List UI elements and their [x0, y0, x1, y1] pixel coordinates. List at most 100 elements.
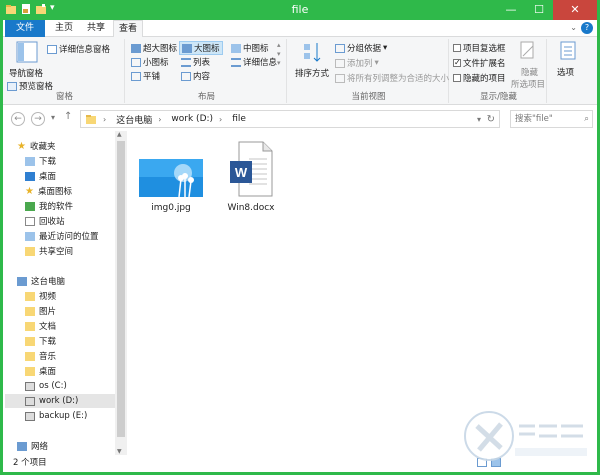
nav-this-pc[interactable]: 这台电脑 [17, 274, 65, 288]
tiles-icon [131, 71, 141, 81]
file-ext-toggle[interactable]: ✓ 文件扩展名 [453, 57, 506, 69]
search-icon[interactable]: ⌕ [584, 111, 589, 127]
ribbon-tabs: 文件 主页 共享 查看 ⌄ ? [3, 20, 597, 38]
nav-pc-drive-e[interactable]: backup (E:) [25, 409, 87, 423]
tab-home[interactable]: 主页 [49, 20, 79, 37]
group-panes: 导航窗格 详细信息窗格 预览窗格 窗格 [5, 39, 125, 103]
large-icons-button[interactable]: 大图标 [179, 41, 223, 55]
item-checkboxes-checkbox[interactable] [453, 44, 461, 52]
details-pane-label: 详细信息窗格 [59, 45, 111, 55]
add-column-label: 添加列 [347, 59, 373, 69]
documents-icon [25, 321, 35, 331]
group-by-button[interactable]: 分组依据 ▾ [335, 42, 387, 54]
nav-pc-videos[interactable]: 视频 [25, 289, 56, 303]
forward-button[interactable]: → [31, 112, 45, 126]
expand-ribbon-icon[interactable]: ⌄ [570, 23, 577, 32]
breadcrumb-this-pc[interactable]: 这台电脑 [116, 113, 152, 126]
nav-scrollbar[interactable]: ▲ ▼ [115, 131, 127, 455]
hidden-items-checkbox[interactable] [453, 74, 461, 82]
music-icon [25, 351, 35, 361]
search-box[interactable]: 搜索"file" ⌕ [510, 110, 593, 128]
file-item-win8-docx[interactable]: W Win8.docx [219, 141, 283, 213]
tab-view[interactable]: 查看 [113, 20, 143, 38]
add-column-button[interactable]: 添加列 ▾ [335, 57, 379, 69]
hide-selected-label: 隐藏 [521, 68, 539, 78]
up-arrow-icon[interactable]: ↑ [64, 111, 72, 122]
nav-pc-drive-e-label: backup (E:) [39, 411, 88, 421]
title-bar: ▾ file — ☐ ✕ [3, 0, 597, 20]
details-pane-button[interactable]: 详细信息窗格 [47, 43, 110, 55]
nav-pc-pictures[interactable]: 图片 [25, 304, 56, 318]
recycle-bin-icon [25, 216, 35, 226]
layout-scroll-icon[interactable]: ▴ ▾ ▾ [277, 41, 281, 68]
address-dropdown-icon[interactable]: ▾ [477, 115, 481, 124]
nav-favorites[interactable]: ★ 收藏夹 [17, 139, 55, 153]
nav-fav-desktop-icons-label: 桌面图标 [37, 187, 72, 197]
item-checkboxes-toggle[interactable]: 项目复选框 [453, 42, 506, 54]
nav-fav-my-software[interactable]: 我的软件 [25, 199, 73, 213]
desktop-icon [25, 171, 35, 181]
nav-pc-desktop-label: 桌面 [39, 367, 57, 377]
sort-by-button[interactable]: 排序方式 [293, 41, 333, 85]
site-logo-watermark [464, 411, 587, 461]
medium-icons-icon [231, 43, 241, 53]
options-button[interactable]: 选项 [551, 41, 587, 89]
file-ext-checkbox[interactable]: ✓ [453, 59, 461, 67]
software-icon [25, 201, 35, 211]
nav-fav-recycle-bin-label: 回收站 [39, 217, 65, 227]
folder-icon [86, 115, 96, 124]
search-input[interactable]: 搜索"file" [515, 114, 553, 124]
nav-pc-music[interactable]: 音乐 [25, 349, 56, 363]
tiles-button[interactable]: 平铺 [131, 70, 160, 82]
content-view-button[interactable]: 内容 [181, 70, 210, 82]
file-item-img0[interactable]: img0.jpg [139, 159, 203, 213]
nav-pc-downloads[interactable]: 下载 [25, 334, 56, 348]
nav-scrollbar-thumb[interactable] [117, 141, 125, 437]
breadcrumb-work-drive[interactable]: work (D:) [171, 114, 213, 124]
close-button[interactable]: ✕ [553, 0, 597, 20]
breadcrumb-separator-icon: › [219, 114, 223, 124]
nav-pc-music-label: 音乐 [39, 352, 57, 362]
maximize-button[interactable]: ☐ [525, 0, 553, 20]
help-icon[interactable]: ? [581, 22, 593, 34]
tab-share[interactable]: 共享 [81, 20, 111, 37]
sort-icon [304, 43, 321, 62]
nav-fav-desktop-icons[interactable]: ★ 桌面图标 [25, 184, 72, 198]
size-all-columns-button[interactable]: 将所有列调整为合适的大小 [335, 72, 449, 84]
options-label: 选项 [557, 68, 575, 78]
minimize-button[interactable]: — [497, 0, 525, 20]
nav-pc-drive-c[interactable]: os (C:) [25, 379, 67, 393]
hidden-items-toggle[interactable]: 隐藏的项目 [453, 72, 506, 84]
nav-fav-shared-space[interactable]: 共享空间 [25, 244, 73, 258]
small-icons-label: 小图标 [143, 58, 169, 68]
breadcrumb-file[interactable]: file [232, 114, 246, 124]
nav-fav-desktop[interactable]: 桌面 [25, 169, 56, 183]
address-bar[interactable]: › 这台电脑 › work (D:) › file ▾ ↻ [80, 110, 500, 128]
nav-pc-desktop[interactable]: 桌面 [25, 364, 56, 378]
scroll-down-icon[interactable]: ▼ [117, 448, 122, 455]
scroll-up-icon[interactable]: ▲ [117, 131, 122, 138]
refresh-icon[interactable]: ↻ [487, 114, 495, 125]
details-view-button[interactable]: 详细信息 [231, 56, 277, 68]
hide-selected-button[interactable]: 隐藏 所选项目 [511, 41, 547, 90]
nav-fav-recycle-bin[interactable]: 回收站 [25, 214, 65, 228]
shared-folder-icon [25, 246, 35, 256]
nav-fav-recent-places[interactable]: 最近访问的位置 [25, 229, 99, 243]
nav-pc-pictures-label: 图片 [39, 307, 57, 317]
tab-file[interactable]: 文件 [5, 20, 45, 37]
recent-places-icon [25, 231, 35, 241]
nav-pc-documents[interactable]: 文档 [25, 319, 56, 333]
list-button[interactable]: 列表 [181, 56, 210, 68]
recent-locations-icon[interactable]: ▾ [51, 113, 55, 122]
medium-icons-button[interactable]: 中图标 [231, 42, 269, 54]
xl-icons-button[interactable]: 超大图标 [131, 42, 177, 54]
nav-favorites-label: 收藏夹 [29, 142, 56, 152]
ribbon: 导航窗格 详细信息窗格 预览窗格 窗格 超大图标 大图标 中图标 小图标 列表 … [3, 37, 597, 105]
large-icons-icon [182, 43, 192, 53]
details-pane-icon [47, 44, 57, 54]
back-button[interactable]: ← [11, 112, 25, 126]
nav-network[interactable]: 网络 [17, 439, 48, 453]
small-icons-button[interactable]: 小图标 [131, 56, 169, 68]
nav-pc-drive-d[interactable]: work (D:) [5, 394, 115, 408]
nav-fav-downloads[interactable]: 下载 [25, 154, 56, 168]
